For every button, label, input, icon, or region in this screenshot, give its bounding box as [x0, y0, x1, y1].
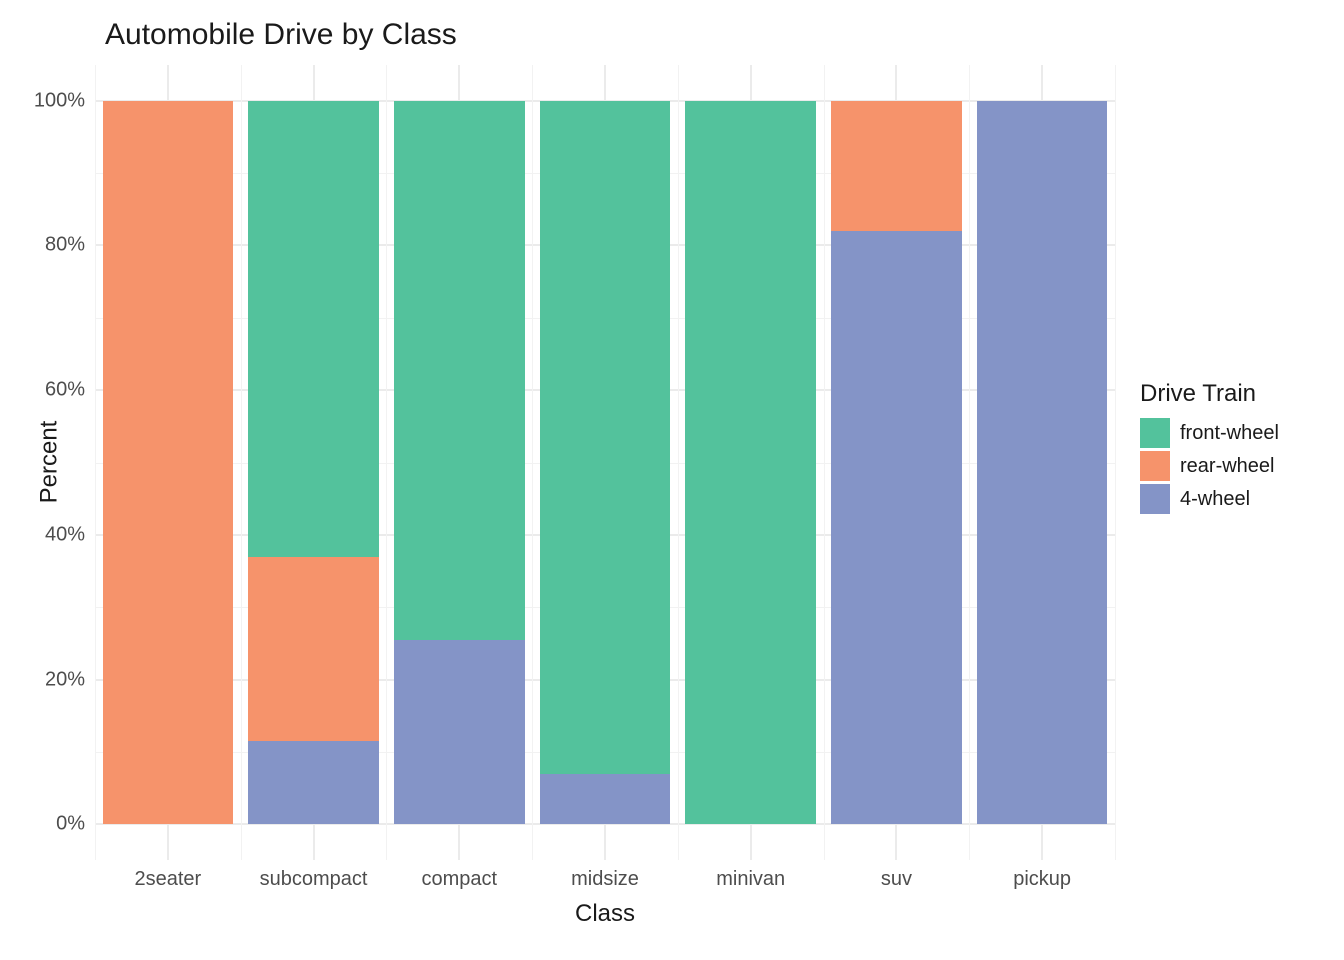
y-axis-title: Percent — [35, 421, 63, 504]
bar-subcompact — [248, 65, 379, 860]
legend-label: rear-wheel — [1180, 455, 1274, 478]
legend: Drive Train front-wheel rear-wheel 4-wheel — [1140, 380, 1330, 517]
legend-title: Drive Train — [1140, 380, 1330, 408]
legend-swatch — [1140, 418, 1170, 448]
x-tick-label: pickup — [1013, 868, 1071, 891]
y-tick-label: 0% — [0, 813, 85, 836]
chart-container: Automobile Drive by Class 0% 20% 40% 60% 80%… — [0, 0, 1344, 960]
legend-item-front-wheel: front-wheel — [1140, 418, 1330, 448]
segment-4-wheel — [977, 101, 1108, 824]
legend-items: front-wheel rear-wheel 4-wheel — [1140, 418, 1330, 514]
x-axis-title: Class — [575, 900, 635, 928]
x-tick-label: suv — [881, 868, 912, 891]
segment-rear-wheel — [103, 101, 234, 824]
gridline-vertical-minor — [1115, 65, 1116, 860]
bar-pickup — [977, 65, 1108, 860]
y-tick-label: 20% — [0, 668, 85, 691]
legend-item-rear-wheel: rear-wheel — [1140, 451, 1330, 481]
segment-4-wheel — [540, 774, 671, 825]
x-tick-label: subcompact — [260, 868, 368, 891]
bar-suv — [831, 65, 962, 860]
y-tick-label: 100% — [0, 89, 85, 112]
legend-swatch — [1140, 451, 1170, 481]
segment-4-wheel — [831, 231, 962, 824]
y-tick-label: 40% — [0, 523, 85, 546]
segment-front-wheel — [685, 101, 816, 824]
x-tick-label: compact — [421, 868, 497, 891]
legend-item-4-wheel: 4-wheel — [1140, 484, 1330, 514]
bar-minivan — [685, 65, 816, 860]
y-tick-label: 80% — [0, 234, 85, 257]
bar-2seater — [103, 65, 234, 860]
chart-title: Automobile Drive by Class — [105, 18, 457, 52]
segment-front-wheel — [394, 101, 525, 640]
plot-panel — [95, 65, 1115, 860]
segment-rear-wheel — [248, 557, 379, 741]
bar-midsize — [540, 65, 671, 860]
x-tick-label: minivan — [716, 868, 785, 891]
legend-swatch — [1140, 484, 1170, 514]
x-tick-label: midsize — [571, 868, 639, 891]
legend-label: front-wheel — [1180, 422, 1279, 445]
segment-rear-wheel — [831, 101, 962, 231]
segment-front-wheel — [540, 101, 671, 774]
x-tick-label: 2seater — [134, 868, 201, 891]
y-tick-label: 60% — [0, 379, 85, 402]
bars-layer — [95, 65, 1115, 860]
segment-4-wheel — [248, 741, 379, 824]
bar-compact — [394, 65, 525, 860]
segment-4-wheel — [394, 640, 525, 824]
segment-front-wheel — [248, 101, 379, 557]
legend-label: 4-wheel — [1180, 488, 1250, 511]
